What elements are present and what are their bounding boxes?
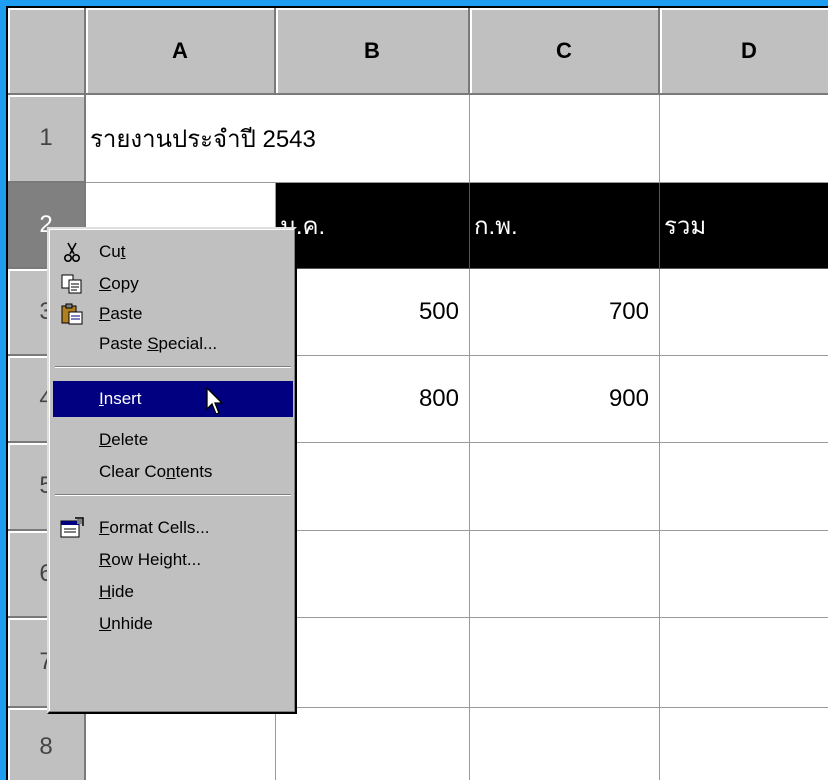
menu-label-unhide: Unhide — [99, 614, 153, 633]
cell-d6[interactable] — [660, 531, 828, 618]
paste-icon — [59, 302, 85, 326]
cell-d4[interactable] — [660, 356, 828, 443]
copy-icon — [59, 272, 85, 296]
menu-label-clear-contents: Clear Contents — [99, 462, 213, 481]
cell-d2[interactable]: รวม — [660, 183, 828, 269]
cell-d1[interactable] — [660, 95, 828, 183]
cell-c6[interactable] — [470, 531, 660, 618]
row-context-menu: Cut Copy Paste Paste Special... Insert D… — [47, 227, 297, 714]
menu-item-delete[interactable]: Delete — [53, 425, 293, 455]
cell-c5[interactable] — [470, 443, 660, 531]
cell-c2[interactable]: ก.พ. — [470, 183, 660, 269]
cell-c3[interactable]: 700 — [470, 269, 660, 356]
menu-label-copy: Copy — [99, 274, 139, 293]
column-header-a[interactable]: A — [86, 8, 276, 95]
cell-d5[interactable] — [660, 443, 828, 531]
cell-d3[interactable] — [660, 269, 828, 356]
menu-label-delete: Delete — [99, 430, 149, 449]
menu-item-paste[interactable]: Paste — [53, 299, 293, 329]
cell-d7[interactable] — [660, 618, 828, 708]
menu-label-row-height: Row Height... — [99, 550, 202, 569]
row-header-1[interactable]: 1 — [8, 95, 86, 183]
select-all-corner[interactable] — [8, 8, 86, 95]
menu-item-paste-special[interactable]: Paste Special... — [53, 329, 293, 359]
column-header-d[interactable]: D — [660, 8, 828, 95]
menu-label-cut: Cut — [99, 242, 126, 261]
cell-b4[interactable]: 800 — [276, 356, 470, 443]
cell-b3[interactable]: 500 — [276, 269, 470, 356]
cut-icon — [59, 240, 85, 264]
cell-b6[interactable] — [276, 531, 470, 618]
menu-label-paste-special: Paste Special... — [99, 334, 218, 353]
row-header-8[interactable]: 8 — [8, 708, 86, 780]
mouse-pointer-icon — [205, 386, 227, 422]
cell-c7[interactable] — [470, 618, 660, 708]
menu-separator — [55, 366, 291, 368]
cell-c8[interactable] — [470, 708, 660, 780]
menu-item-row-height[interactable]: Row Height... — [53, 545, 293, 575]
menu-item-clear-contents[interactable]: Clear Contents — [53, 457, 293, 487]
cell-c4[interactable]: 900 — [470, 356, 660, 443]
cell-b8[interactable] — [276, 708, 470, 780]
cell-b2[interactable]: ม.ค. — [276, 183, 470, 269]
cell-a1[interactable]: รายงานประจำปี 2543 — [86, 95, 316, 183]
menu-label-insert: Insert — [99, 389, 142, 408]
column-header-c[interactable]: C — [470, 8, 660, 95]
cell-b7[interactable] — [276, 618, 470, 708]
menu-separator — [55, 494, 291, 496]
menu-item-format-cells[interactable]: Format Cells... — [53, 513, 293, 543]
column-header-b[interactable]: B — [276, 8, 470, 95]
format-cells-icon — [59, 516, 85, 540]
menu-item-insert[interactable]: Insert — [53, 381, 293, 417]
menu-label-paste: Paste — [99, 304, 143, 323]
cell-c1[interactable] — [470, 95, 660, 183]
menu-item-copy[interactable]: Copy — [53, 269, 293, 299]
menu-item-hide[interactable]: Hide — [53, 577, 293, 607]
menu-item-unhide[interactable]: Unhide — [53, 609, 293, 639]
cell-d8[interactable] — [660, 708, 828, 780]
cell-a8[interactable] — [86, 708, 276, 780]
menu-item-cut[interactable]: Cut — [53, 237, 293, 267]
cell-b5[interactable] — [276, 443, 470, 531]
menu-label-format-cells: Format Cells... — [99, 518, 210, 537]
menu-label-hide: Hide — [99, 582, 134, 601]
